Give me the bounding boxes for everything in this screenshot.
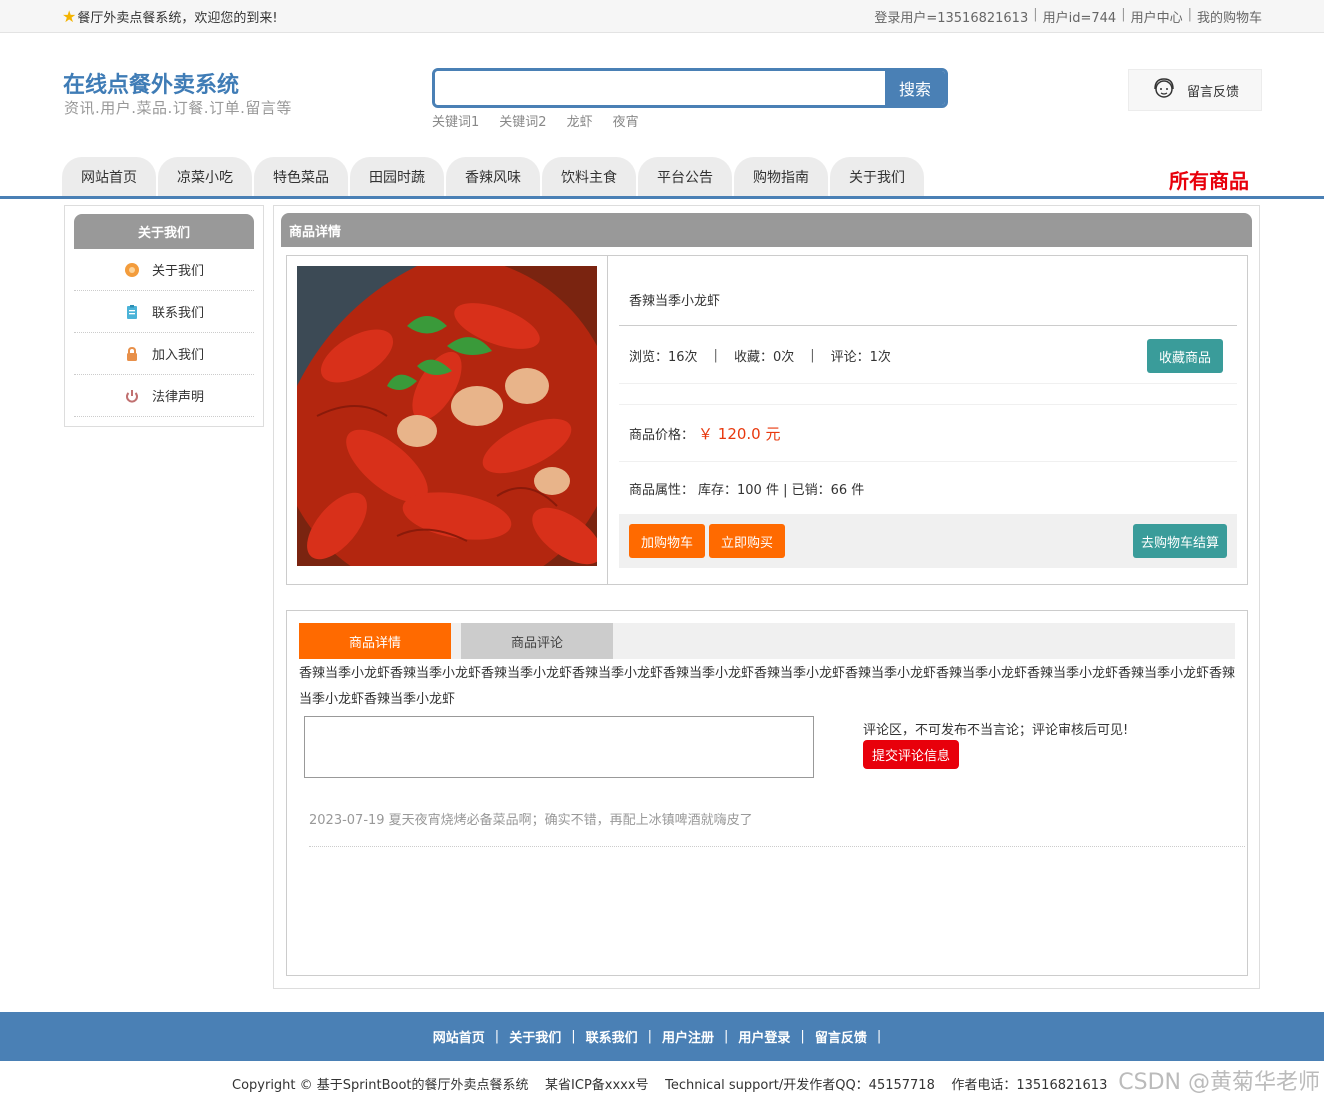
separator: | <box>713 348 718 363</box>
logged-in-user-link[interactable]: 登录用户=13516821613 <box>874 7 1028 26</box>
product-price: 商品价格： ￥ 120.0 元 <box>619 404 1237 462</box>
sidebar-item-label: 加入我们 <box>151 348 204 363</box>
separator: | <box>724 1029 729 1044</box>
user-links: 登录用户=13516821613 | 用户id=744 | 用户中心 | 我的购… <box>874 7 1262 26</box>
hotword-link[interactable]: 关键词1 <box>432 111 479 130</box>
nav-item-spicy[interactable]: 香辣风味 <box>446 157 540 197</box>
hotword-link[interactable]: 关键词2 <box>499 111 546 130</box>
customer-service-icon <box>1151 75 1177 105</box>
footer-nav: 网站首页 | 关于我们 | 联系我们 | 用户注册 | 用户登录 | 留言反馈 … <box>0 1012 1324 1061</box>
nav-divider <box>0 196 1324 199</box>
review-item: 2023-07-19 夏天夜宵烧烤必备菜品啊；确实不错，再配上冰镇啤酒就嗨皮了 <box>309 809 1245 847</box>
clipboard-icon <box>124 304 140 320</box>
user-id-link[interactable]: 用户id=744 <box>1043 7 1117 26</box>
hotword-link[interactable]: 夜宵 <box>613 111 639 130</box>
separator: | <box>1121 7 1126 22</box>
copyright: Copyright © 基于SprintBoot的餐厅外卖点餐系统 某省ICP备… <box>232 1078 1108 1093</box>
user-center-link[interactable]: 用户中心 <box>1131 7 1183 26</box>
nav-item-about[interactable]: 关于我们 <box>830 157 924 197</box>
nav-item-announcements[interactable]: 平台公告 <box>638 157 732 197</box>
divider <box>607 256 608 584</box>
sidebar-item-contact[interactable]: 联系我们 <box>74 291 254 333</box>
favorites-count: 收藏：0次 <box>733 350 795 365</box>
nav-item-drinks[interactable]: 饮料主食 <box>542 157 636 197</box>
nav-item-home[interactable]: 网站首页 <box>62 157 156 197</box>
footer-link-feedback[interactable]: 留言反馈 <box>815 1027 867 1046</box>
coin-icon <box>124 262 140 278</box>
star-icon: ★ <box>62 6 77 26</box>
product-stats: 浏览：16次 | 收藏：0次 | 评论：1次 收藏商品 <box>619 328 1237 384</box>
product-name: 香辣当季小龙虾 <box>619 274 1237 326</box>
footer-link-about[interactable]: 关于我们 <box>509 1027 561 1046</box>
sidebar-item-label: 法律声明 <box>151 390 204 405</box>
purchase-actions: 加购物车 立即购买 去购物车结算 <box>619 514 1237 568</box>
top-bar: ★ 餐厅外卖点餐系统，欢迎您的到来! 登录用户=13516821613 | 用户… <box>0 0 1324 33</box>
favorite-button[interactable]: 收藏商品 <box>1147 339 1223 373</box>
sidebar-item-legal[interactable]: 法律声明 <box>74 375 254 417</box>
my-cart-link[interactable]: 我的购物车 <box>1197 7 1262 26</box>
feedback-button[interactable]: 留言反馈 <box>1128 69 1262 111</box>
footer-link-contact[interactable]: 联系我们 <box>586 1027 638 1046</box>
welcome-text: 餐厅外卖点餐系统，欢迎您的到来! <box>77 11 278 26</box>
product-image <box>297 266 597 566</box>
sidebar-item-label: 关于我们 <box>151 264 204 279</box>
product-name-text: 香辣当季小龙虾 <box>629 294 721 309</box>
separator: | <box>571 1029 576 1044</box>
tab-product-details[interactable]: 商品详情 <box>299 623 451 659</box>
comment-input[interactable] <box>304 716 814 778</box>
detail-tabs: 商品详情 商品评论 香辣当季小龙虾香辣当季小龙虾香辣当季小龙虾香辣当季小龙虾香辣… <box>286 610 1248 976</box>
product-attributes: 商品属性： 库存：100 件 | 已销：66 件 <box>619 462 1237 514</box>
buy-now-button[interactable]: 立即购买 <box>709 524 786 558</box>
sidebar-item-about[interactable]: 关于我们 <box>74 249 254 291</box>
feedback-label: 留言反馈 <box>1186 84 1239 100</box>
main-panel: 商品详情 香辣当季小龙虾 浏览：16次 | 收藏：0次 | 评论：1次 收藏商品… <box>273 205 1260 989</box>
site-subtitle: 资讯.用户.菜品.订餐.订单.留言等 <box>64 99 292 117</box>
nav-item-vegetables[interactable]: 田园时蔬 <box>350 157 444 197</box>
comment-tip: 评论区，不可发布不当言论；评论审核后可见! <box>863 723 1129 738</box>
sidebar-item-join[interactable]: 加入我们 <box>74 333 254 375</box>
attr-label: 商品属性： <box>629 482 695 498</box>
sidebar: 关于我们 关于我们 联系我们 加入我们 法律声明 <box>64 205 264 427</box>
nav-item-shopping-guide[interactable]: 购物指南 <box>734 157 828 197</box>
views-count: 浏览：16次 <box>629 350 698 365</box>
price-label: 商品价格： <box>629 427 695 443</box>
submit-comment-button[interactable]: 提交评论信息 <box>863 740 959 769</box>
comments-count: 评论：1次 <box>830 350 891 365</box>
footer-link-login[interactable]: 用户登录 <box>738 1027 790 1046</box>
hot-keywords: 关键词1 关键词2 龙虾 夜宵 <box>432 111 639 130</box>
add-to-cart-button[interactable]: 加购物车 <box>629 524 706 558</box>
product-card: 香辣当季小龙虾 浏览：16次 | 收藏：0次 | 评论：1次 收藏商品 商品价格… <box>286 255 1248 585</box>
search-button[interactable]: 搜索 <box>885 71 945 105</box>
section-title: 商品详情 <box>281 213 1252 247</box>
separator: | <box>800 1029 805 1044</box>
footer-link-home[interactable]: 网站首页 <box>433 1027 485 1046</box>
sidebar-title: 关于我们 <box>74 214 254 249</box>
lock-icon <box>124 346 140 362</box>
welcome-message: ★ 餐厅外卖点餐系统，欢迎您的到来! <box>62 7 278 26</box>
nav-item-cold-dishes[interactable]: 凉菜小吃 <box>158 157 252 197</box>
separator: | <box>810 348 815 363</box>
hotword-link[interactable]: 龙虾 <box>567 111 593 130</box>
separator: | <box>1033 7 1038 22</box>
nav-item-specialties[interactable]: 特色菜品 <box>254 157 348 197</box>
separator: | <box>647 1029 652 1044</box>
site-title[interactable]: 在线点餐外卖系统 <box>63 67 239 99</box>
separator: | <box>876 1029 882 1044</box>
price-value: ￥ 120.0 元 <box>698 424 781 443</box>
separator: | <box>494 1029 500 1044</box>
main-nav: 网站首页 凉菜小吃 特色菜品 田园时蔬 香辣风味 饮料主食 平台公告 购物指南 … <box>62 157 924 197</box>
all-goods-link[interactable]: 所有商品 <box>1169 165 1249 194</box>
sidebar-item-label: 联系我们 <box>151 306 204 321</box>
search-box: 搜索 <box>432 68 948 108</box>
separator: | <box>1187 7 1192 22</box>
watermark: CSDN @黄菊华老师 <box>1118 1070 1320 1095</box>
search-input[interactable] <box>435 71 885 105</box>
tab-product-reviews[interactable]: 商品评论 <box>461 623 613 659</box>
attr-value: 库存：100 件 | 已销：66 件 <box>698 482 865 498</box>
checkout-button[interactable]: 去购物车结算 <box>1133 524 1227 558</box>
footer-link-register[interactable]: 用户注册 <box>662 1027 714 1046</box>
product-description: 香辣当季小龙虾香辣当季小龙虾香辣当季小龙虾香辣当季小龙虾香辣当季小龙虾香辣当季小… <box>299 666 1236 707</box>
tab-bar: 商品详情 商品评论 <box>299 623 1235 659</box>
power-icon <box>124 388 140 404</box>
